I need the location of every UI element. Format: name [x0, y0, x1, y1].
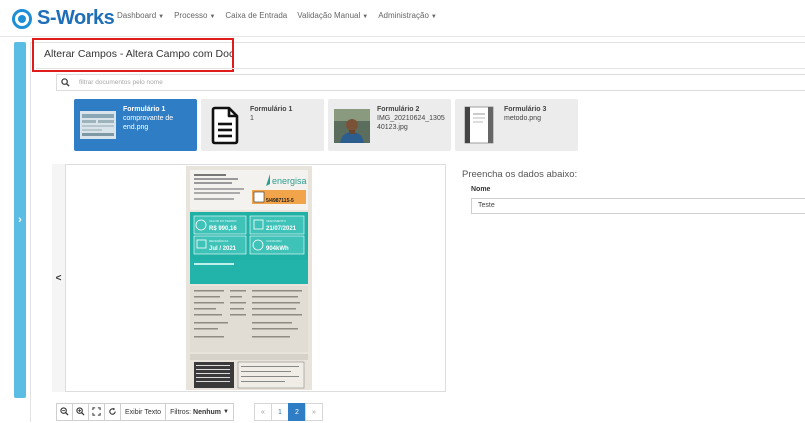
zoom-out-button[interactable] — [56, 403, 73, 421]
nav-dashboard-label: Dashboard — [117, 11, 157, 20]
document-card-info: Formulário 1 1 — [250, 105, 320, 123]
nav-caixa-label: Caixa de Entrada — [225, 11, 288, 20]
bill-code: 5/4987115-5 — [266, 198, 294, 204]
nav-administracao-label: Administração — [378, 11, 429, 20]
expand-sidebar-icon[interactable]: › — [14, 210, 26, 230]
brand-name: S-Works — [37, 7, 115, 29]
rotate-icon — [108, 407, 117, 418]
document-file: 1 — [250, 115, 254, 122]
bill-ref: Jul / 2021 — [209, 246, 237, 252]
document-card-info: Formulário 3 metodo.png — [504, 105, 574, 123]
bill-due-label: VENCIMENTO — [266, 219, 287, 223]
filter-dropdown[interactable]: Filtros: Nenhum ▼ — [165, 403, 234, 421]
document-file: comprovante de end.png — [123, 115, 174, 131]
document-name: Formulário 1 — [250, 106, 293, 113]
expand-icon — [92, 406, 101, 418]
document-name: Formulário 3 — [504, 106, 547, 113]
receipt-thumbnail — [80, 105, 116, 145]
document-card-info: Formulário 1 comprovante de end.png — [123, 105, 193, 132]
fit-screen-button[interactable] — [88, 403, 105, 421]
document-card[interactable]: Formulário 2 IMG_20210624_130540123.jpg — [328, 99, 451, 151]
search-input[interactable] — [79, 75, 779, 90]
field-label-nome: Nome — [471, 186, 491, 193]
document-search — [56, 74, 805, 91]
bill-consumo-label: CONSUMO — [266, 239, 282, 243]
pagination: « 1 2 » — [254, 403, 323, 421]
bill-amount-label: VALOR DO PEDIDO — [209, 219, 237, 223]
nav-validacao-label: Validação Manual — [297, 11, 361, 20]
chevron-down-icon: ▼ — [158, 14, 165, 20]
logo-mark-icon — [12, 8, 32, 29]
chevron-down-icon: ▼ — [362, 14, 369, 20]
zoom-in-button[interactable] — [72, 403, 89, 421]
chevron-down-icon: ▼ — [430, 14, 437, 20]
brand-logo[interactable]: S-Works — [12, 7, 115, 30]
nav-processo[interactable]: Processo ▼ — [174, 11, 215, 20]
nav-dashboard[interactable]: Dashboard ▼ — [117, 11, 164, 20]
search-icon[interactable] — [57, 75, 74, 90]
rotate-button[interactable] — [104, 403, 121, 421]
navbar-divider — [0, 36, 805, 37]
title-divider — [36, 68, 805, 69]
document-card-selected[interactable]: Formulário 1 comprovante de end.png — [74, 99, 197, 151]
page-2-button[interactable]: 2 — [288, 403, 306, 421]
chevron-down-icon: ▼ — [209, 14, 216, 20]
title-highlight-box — [32, 38, 234, 72]
nav-caixa-de-entrada[interactable]: Caixa de Entrada — [225, 11, 287, 20]
nav-administracao[interactable]: Administração ▼ — [378, 11, 437, 20]
document-file: metodo.png — [504, 115, 541, 122]
filter-label: Filtros: — [170, 408, 192, 416]
document-card-info: Formulário 2 IMG_20210624_130540123.jpg — [377, 105, 447, 132]
bill-amount: R$ 990,16 — [209, 226, 237, 232]
chevron-left-icon: < — [55, 272, 62, 284]
top-navbar: S-Works Dashboard ▼ Processo ▼ Caixa de En… — [0, 0, 805, 36]
bill-brand: energisa — [272, 176, 307, 186]
document-card[interactable]: Formulário 3 metodo.png — [455, 99, 578, 151]
viewer-toolbar: Exibir Texto Filtros: Nenhum ▼ — [56, 403, 234, 421]
form-heading: Preencha os dados abaixo: — [462, 169, 578, 180]
document-thumbnail — [461, 105, 497, 145]
photo-thumbnail — [334, 105, 370, 145]
show-text-button[interactable]: Exibir Texto — [120, 403, 167, 421]
zoom-out-icon — [60, 406, 69, 418]
page-1-button[interactable]: 1 — [271, 403, 289, 421]
bill-consumo: 904kWh — [266, 246, 289, 252]
previous-document-button[interactable]: < — [52, 164, 66, 392]
document-file: IMG_20210624_130540123.jpg — [377, 115, 445, 131]
nav-validacao-manual[interactable]: Validação Manual ▼ — [297, 11, 368, 20]
document-name: Formulário 1 — [123, 106, 166, 113]
main-menu: Dashboard ▼ Processo ▼ Caixa de Entrada Va… — [117, 11, 447, 20]
nav-processo-label: Processo — [174, 11, 208, 20]
zoom-in-icon — [76, 406, 85, 418]
file-icon — [207, 105, 243, 145]
document-name: Formulário 2 — [377, 106, 420, 113]
nome-field[interactable]: Teste — [471, 198, 805, 214]
bill-ref-label: REFERÊNCIA — [209, 238, 228, 243]
document-card[interactable]: Formulário 1 1 — [201, 99, 324, 151]
filter-value: Nenhum — [193, 408, 222, 416]
prev-page-button[interactable]: « — [254, 403, 272, 421]
chevron-down-icon: ▼ — [223, 409, 229, 415]
document-image[interactable]: energisa 5/4987115-5 VALOR DO PEDIDO R$ … — [186, 166, 312, 390]
next-page-button[interactable]: » — [305, 403, 323, 421]
bill-due: 21/07/2021 — [266, 226, 297, 232]
